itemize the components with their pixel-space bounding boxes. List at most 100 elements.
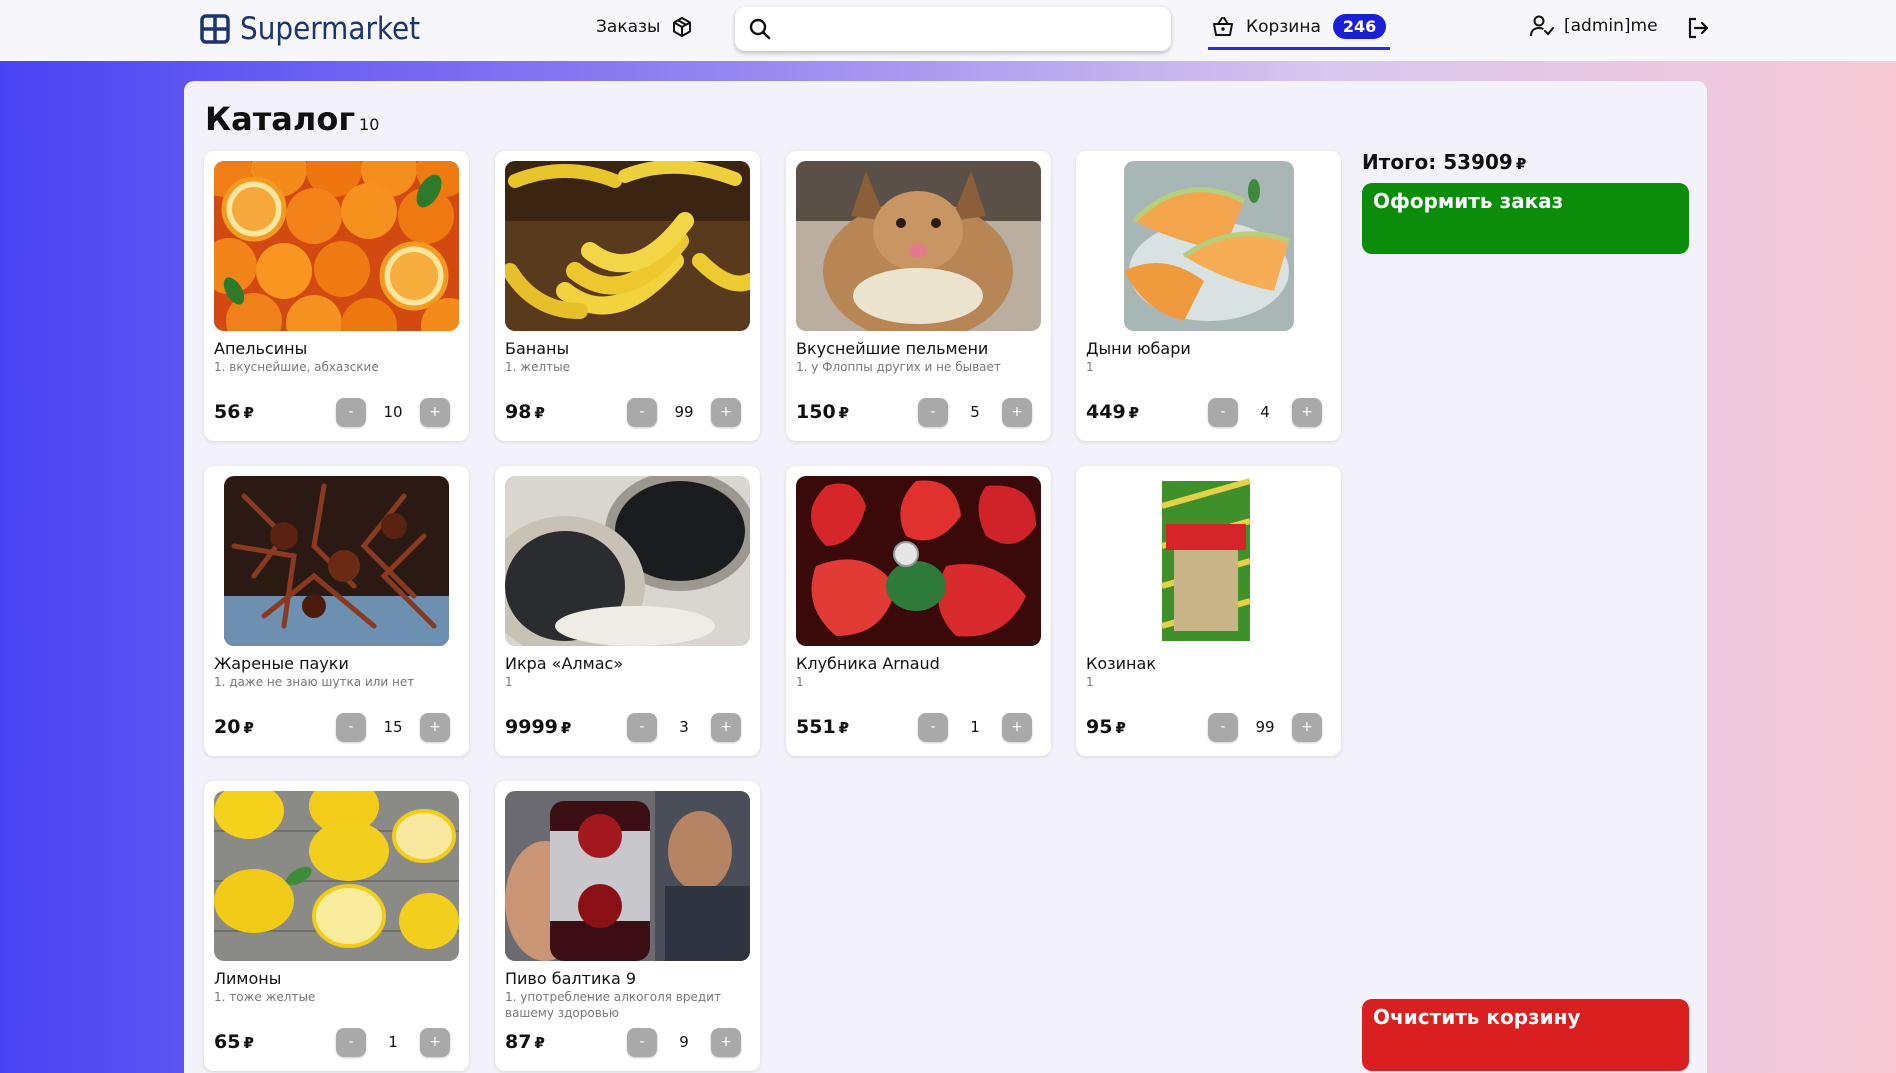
increase-button[interactable]: + <box>420 397 450 427</box>
quantity-stepper: - 3 + <box>627 712 741 742</box>
currency-sign: ₽ <box>243 1034 254 1052</box>
product-name: Дыни юбари <box>1086 339 1191 358</box>
product-name: Апельсины <box>214 339 308 358</box>
checkout-button[interactable]: Оформить заказ <box>1362 183 1689 254</box>
cart-label: Корзина <box>1246 16 1321 37</box>
product-price: 87 ₽ <box>505 1031 545 1053</box>
price-value: 20 <box>214 716 241 738</box>
product-name: Пиво балтика 9 <box>505 969 637 988</box>
increase-button[interactable]: + <box>711 712 741 742</box>
increase-button[interactable]: + <box>420 712 450 742</box>
quantity-value: 1 <box>970 718 980 736</box>
product-name: Клубника Arnaud <box>796 654 940 673</box>
product-image-melon <box>1124 161 1294 331</box>
decrease-button[interactable]: - <box>1208 712 1238 742</box>
product-description: 1. употребление алкоголя вредит вашему з… <box>505 990 721 1020</box>
product-price: 150 ₽ <box>796 401 849 423</box>
cart-count-badge: 246 <box>1332 14 1387 39</box>
quantity-value: 5 <box>970 403 980 421</box>
decrease-button[interactable]: - <box>627 712 657 742</box>
price-value: 95 <box>1086 716 1113 738</box>
product-price: 449 ₽ <box>1086 401 1139 423</box>
catalog-count: 10 <box>359 115 380 134</box>
app-title: Supermarket <box>240 11 421 47</box>
logout-button[interactable] <box>1686 16 1710 44</box>
currency-sign: ₽ <box>560 719 572 737</box>
product-description: 1. вкуснейшие, абхазские <box>214 360 379 374</box>
increase-button[interactable]: + <box>1292 712 1322 742</box>
quantity-stepper: - 1 + <box>336 1027 450 1057</box>
user-name: [admin]me <box>1564 16 1658 36</box>
quantity-stepper: - 4 + <box>1208 397 1322 427</box>
quantity-stepper: - 99 + <box>627 397 741 427</box>
search-input[interactable] <box>781 20 1151 38</box>
product-image-lemons <box>214 791 459 961</box>
currency-sign: ₽ <box>838 404 850 422</box>
decrease-button[interactable]: - <box>918 712 948 742</box>
decrease-button[interactable]: - <box>627 1027 657 1057</box>
product-image-caviar <box>505 476 750 646</box>
increase-button[interactable]: + <box>1292 397 1322 427</box>
price-value: 150 <box>796 401 836 423</box>
search-icon <box>749 18 771 40</box>
product-price: 65 ₽ <box>214 1031 254 1053</box>
search-bar[interactable] <box>735 7 1171 51</box>
product-price: 551 ₽ <box>796 716 849 738</box>
quantity-stepper: - 5 + <box>918 397 1032 427</box>
decrease-button[interactable]: - <box>336 1027 366 1057</box>
cart-link[interactable]: Корзина 246 <box>1208 12 1391 50</box>
quantity-value: 10 <box>383 403 403 421</box>
product-name: Икра «Алмас» <box>505 654 624 673</box>
user-menu[interactable]: [admin]me <box>1530 15 1658 37</box>
product-card: Козинак 1 95 ₽ - 99 + <box>1076 466 1341 756</box>
product-card: Апельсины 1. вкуснейшие, абхазские 56 ₽ -… <box>204 151 469 441</box>
product-price: 56 ₽ <box>214 401 254 423</box>
currency-sign: ₽ <box>243 719 254 737</box>
product-image-kozinak <box>1156 476 1256 646</box>
quantity-value: 9 <box>679 1033 689 1051</box>
price-value: 9999 <box>505 716 558 738</box>
product-card: Лимоны 1. тоже желтые 65 ₽ - 1 + <box>204 781 469 1071</box>
product-description: 1 <box>505 675 513 689</box>
quantity-value: 1 <box>388 1033 398 1051</box>
product-image-baltika-beer <box>505 791 750 961</box>
page-title: Каталог 10 <box>205 100 379 138</box>
increase-button[interactable]: + <box>711 397 741 427</box>
product-card: Пиво балтика 9 1. употребление алкоголя … <box>495 781 760 1071</box>
decrease-button[interactable]: - <box>918 397 948 427</box>
currency-sign: ₽ <box>534 404 545 422</box>
currency-sign: ₽ <box>243 404 254 422</box>
quantity-stepper: - 10 + <box>336 397 450 427</box>
decrease-button[interactable]: - <box>627 397 657 427</box>
product-name: Вкуснейшие пельмени <box>796 339 989 358</box>
total-value: 53909 <box>1443 150 1513 174</box>
price-value: 449 <box>1086 401 1126 423</box>
decrease-button[interactable]: - <box>336 712 366 742</box>
product-card: Бананы 1. желтые 98 ₽ - 99 + <box>495 151 760 441</box>
increase-button[interactable]: + <box>711 1027 741 1057</box>
product-image-oranges <box>214 161 459 331</box>
quantity-value: 4 <box>1260 403 1270 421</box>
product-description: 1. желтые <box>505 360 570 374</box>
orders-link[interactable]: Заказы <box>596 16 692 38</box>
logo[interactable]: Supermarket <box>200 11 421 47</box>
increase-button[interactable]: + <box>1002 712 1032 742</box>
product-description: 1 <box>1086 675 1094 689</box>
increase-button[interactable]: + <box>420 1027 450 1057</box>
product-price: 95 ₽ <box>1086 716 1126 738</box>
product-image-strawberries <box>796 476 1041 646</box>
product-description: 1. у Флоппы других и не бывает <box>796 360 1001 374</box>
currency-sign: ₽ <box>1128 404 1140 422</box>
price-value: 98 <box>505 401 532 423</box>
increase-button[interactable]: + <box>1002 397 1032 427</box>
product-card: Икра «Алмас» 1 9999 ₽ - 3 + <box>495 466 760 756</box>
quantity-value: 99 <box>1255 718 1275 736</box>
decrease-button[interactable]: - <box>336 397 366 427</box>
product-image-fried-spiders <box>224 476 449 646</box>
quantity-stepper: - 15 + <box>336 712 450 742</box>
product-name: Лимоны <box>214 969 282 988</box>
basket-icon <box>1213 16 1233 36</box>
decrease-button[interactable]: - <box>1208 397 1238 427</box>
box-icon <box>673 17 692 37</box>
clear-cart-button[interactable]: Очистить корзину <box>1362 999 1689 1071</box>
